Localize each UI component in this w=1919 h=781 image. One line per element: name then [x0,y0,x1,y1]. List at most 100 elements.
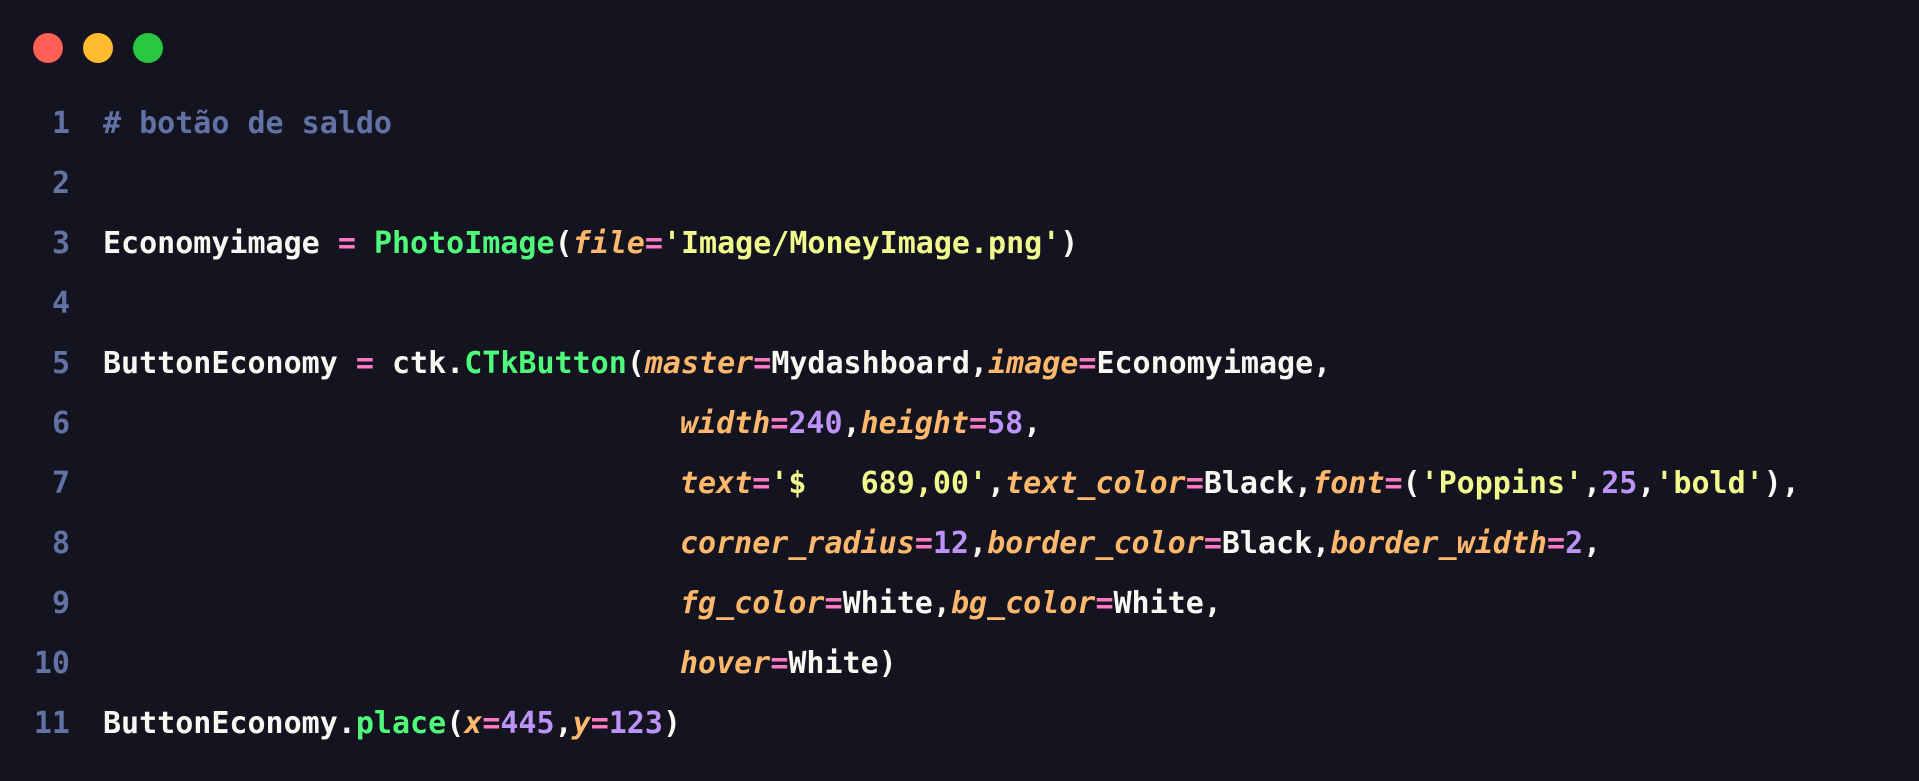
line-number: 11 [33,706,70,741]
code-line-content[interactable]: text='$ 689,00',text_color=Black,font=('… [70,454,1800,514]
maximize-window-button[interactable] [133,33,163,63]
code-token-func: place [355,706,447,741]
code-token-plain: ( [1402,466,1421,501]
code-token-number: 445 [500,706,555,741]
code-line-content[interactable] [70,154,103,214]
code-token-plain: ctk. [373,346,465,381]
code-line-content[interactable]: # botão de saldo [70,94,392,154]
code-line-content[interactable]: hover=White) [70,634,897,694]
code-line-content[interactable]: ButtonEconomy.place(x=445,y=123) [70,694,681,754]
code-line: 11 ButtonEconomy.place(x=445,y=123) [0,694,1919,754]
code-token-param: text_color [1005,466,1186,501]
code-token-number: 240 [788,406,843,441]
code-token-func: CTkButton [464,346,627,381]
code-line: 1 # botão de saldo [0,94,1919,154]
code-token-plain: Black, [1221,526,1331,561]
code-token-plain: Economyimage [103,226,338,261]
code-token-plain: ) [662,706,681,741]
code-token-plain: White, [1113,586,1222,621]
code-line: 3 Economyimage = PhotoImage(file='Image/M… [0,214,1919,274]
code-line-content[interactable]: ButtonEconomy = ctk.CTkButton(master=Myd… [70,334,1331,394]
code-token-string: '$ 689,00' [770,466,988,501]
code-token-op: = [337,226,356,261]
code-token-op: = [1384,466,1403,501]
code-line: 6 width=240,height=58, [0,394,1919,454]
code-token-number: 12 [932,526,969,561]
code-token-param: font [1312,466,1385,501]
code-token-plain: White, [842,586,951,621]
code-token-op: = [752,466,771,501]
code-token-plain: , [1023,406,1042,441]
code-token-op: = [914,526,933,561]
code-token-param: corner_radius [680,526,915,561]
code-token-plain: ) [1060,226,1079,261]
code-token-func: PhotoImage [373,226,555,261]
code-token-param: bg_color [950,586,1096,621]
code-token-param: border_color [987,526,1204,561]
code-line-content[interactable]: fg_color=White,bg_color=White, [70,574,1222,634]
code-token-plain: ), [1763,466,1800,501]
code-line-content[interactable]: corner_radius=12,border_color=Black,bord… [70,514,1601,574]
code-line: 4 [0,274,1919,334]
code-token-plain: , [1583,526,1602,561]
code-token-op: = [770,646,789,681]
code-token-param: image [988,346,1079,381]
code-line-content[interactable] [70,274,103,334]
code-token-plain: , [554,706,573,741]
code-token-op: = [1547,526,1566,561]
minimize-window-button[interactable] [83,33,113,63]
code-token-string: 'Image/MoneyImage.png' [662,226,1061,261]
code-token-op: = [355,346,374,381]
code-token-param: width [680,406,771,441]
code-token-op: = [1078,346,1097,381]
code-token-plain: ButtonEconomy [103,346,356,381]
code-line: 5 ButtonEconomy = ctk.CTkButton(master=My… [0,334,1919,394]
code-token-param: file [572,226,645,261]
code-token-param: height [860,406,969,441]
code-token-op: = [482,706,501,741]
code-token-plain: , [987,466,1006,501]
code-token-number: 2 [1565,526,1584,561]
code-token-op: = [1203,526,1222,561]
code-token-op: = [770,406,789,441]
code-token-comment: # botão de saldo [103,106,392,141]
code-editor: 1 # botão de saldo 2 3 Economyimage = PhotoI… [0,94,1919,754]
code-token-number: 25 [1601,466,1638,501]
code-window: 1 # botão de saldo 2 3 Economyimage = PhotoI… [0,0,1919,781]
code-token-op: = [1095,586,1114,621]
code-token-param: y [572,706,591,741]
code-line: 8 corner_radius=12,border_color=Black,bor… [0,514,1919,574]
code-token-param: fg_color [680,586,825,621]
close-window-button[interactable] [33,33,63,63]
line-number: 3 [51,226,70,261]
code-token-number: 123 [608,706,663,741]
code-token-plain: Black, [1203,466,1313,501]
code-token-plain: Mydashboard, [771,346,989,381]
code-token-number: 58 [987,406,1024,441]
code-token-op: = [590,706,609,741]
code-token-plain: , [1583,466,1602,501]
line-number: 5 [51,346,70,381]
code-token-plain: ( [554,226,573,261]
code-token-plain: White) [788,646,897,681]
code-token-plain: ( [626,346,645,381]
window-controls [33,33,163,63]
code-token-param: hover [680,646,771,681]
line-number: 2 [51,166,70,201]
code-token-param: x [464,706,483,741]
code-line-content[interactable]: Economyimage = PhotoImage(file='Image/Mo… [70,214,1078,274]
line-number: 7 [51,466,70,501]
code-token-plain: ( [446,706,465,741]
line-number: 10 [33,646,70,681]
line-number: 4 [51,286,70,321]
code-line: 2 [0,154,1919,214]
code-token-op: = [824,586,843,621]
code-line: 7 text='$ 689,00',text_color=Black,font=(… [0,454,1919,514]
code-line: 9 fg_color=White,bg_color=White, [0,574,1919,634]
code-token-op: = [969,406,988,441]
code-line-content[interactable]: width=240,height=58, [70,394,1041,454]
code-token-param: border_width [1330,526,1547,561]
line-number: 9 [51,586,70,621]
code-token-string: 'Poppins' [1420,466,1584,501]
code-token-op: = [753,346,772,381]
